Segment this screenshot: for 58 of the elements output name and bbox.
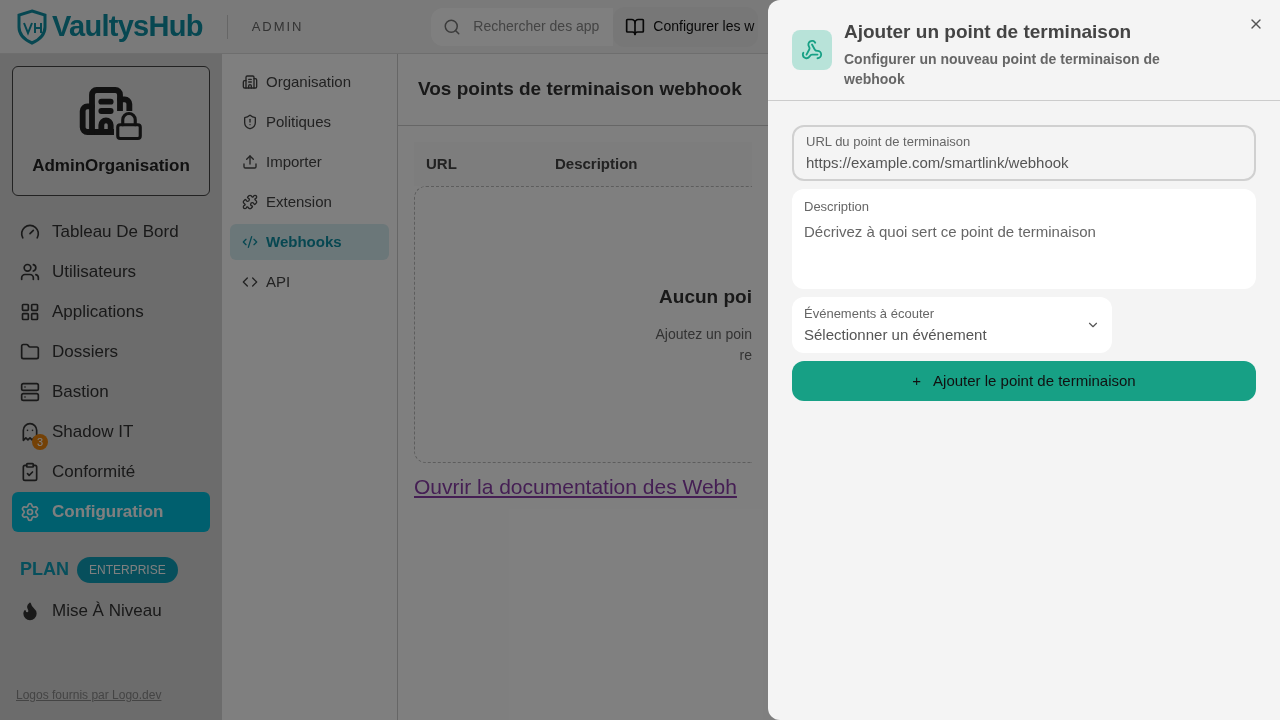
- sidebar-item[interactable]: 3 Shadow IT: [12, 412, 210, 452]
- webhook-icon: [792, 30, 832, 70]
- field-label: URL du point de terminaison: [806, 133, 972, 151]
- upload-icon: [242, 154, 258, 170]
- sidebar-item[interactable]: Applications: [12, 292, 210, 332]
- url-input[interactable]: https://example.com/smartlink/webhook: [806, 151, 1242, 174]
- settings-icon: [20, 502, 40, 522]
- plan-label: PLAN: [20, 558, 69, 581]
- code-icon: [242, 234, 258, 250]
- subnav-item[interactable]: Organisation: [230, 64, 389, 100]
- brand-logo: VaultysHub: [52, 8, 203, 44]
- subnav-item[interactable]: Politiques: [230, 104, 389, 140]
- subnav-item[interactable]: Extension: [230, 184, 389, 220]
- organization-card[interactable]: AdminOrganisation: [12, 66, 210, 196]
- page-title: Vos points de terminaison webhook: [418, 77, 742, 102]
- description-input[interactable]: Décrivez à quoi sert ce point de terminaison: [804, 220, 1244, 271]
- drawer-title: Ajouter un point de terminaison: [844, 20, 1133, 44]
- folder-icon: [20, 342, 40, 362]
- documentation-link[interactable]: Ouvrir la documentation des Webh: [414, 471, 752, 503]
- count-badge: 3: [32, 434, 48, 450]
- sidebar-item[interactable]: Dossiers: [12, 332, 210, 372]
- section-label: ADMIN: [251, 17, 304, 36]
- upgrade-item[interactable]: Mise À Niveau: [12, 591, 210, 631]
- submit-button[interactable]: + Ajouter le point de terminaison: [792, 361, 1256, 401]
- search-field[interactable]: Rechercher des app: [431, 7, 614, 46]
- plan-tier: ENTERPRISE: [77, 556, 178, 583]
- book-icon: [625, 16, 646, 37]
- url-field[interactable]: URL du point de terminaison https://example.com/smartlink/webhook: [792, 125, 1256, 181]
- empty-state-text: re: [739, 345, 752, 365]
- sidebar-item[interactable]: Conformité: [12, 452, 210, 492]
- shield-logo-icon: [16, 8, 48, 45]
- clipboard-check-icon: [20, 462, 40, 482]
- flame-icon: [20, 601, 40, 621]
- building-icon: [242, 74, 258, 90]
- puzzle-icon: [242, 194, 258, 210]
- sidebar-item[interactable]: Bastion: [12, 372, 210, 412]
- search-icon: [443, 17, 462, 36]
- sidebar-item[interactable]: Utilisateurs: [12, 252, 210, 292]
- events-select[interactable]: Événements à écouter Sélectionner un événement: [792, 297, 1112, 353]
- shield-icon: [242, 114, 258, 130]
- gauge-icon: [20, 222, 40, 242]
- column-header: URL: [426, 153, 458, 174]
- empty-state-text: Ajoutez un poin: [655, 324, 752, 344]
- column-header: Description: [555, 153, 638, 174]
- field-label: Description: [804, 198, 871, 216]
- search-input[interactable]: Rechercher des app: [473, 16, 609, 37]
- server-icon: [20, 382, 40, 402]
- sidebar-item[interactable]: Tableau De Bord: [12, 212, 210, 252]
- grid-icon: [20, 302, 40, 322]
- subnav-item[interactable]: Webhooks: [230, 224, 389, 260]
- empty-state-title: Aucun poi: [659, 285, 752, 310]
- organization-name: AdminOrganisation: [32, 155, 190, 178]
- subnav-item[interactable]: API: [230, 264, 389, 300]
- code-icon: [242, 274, 258, 290]
- drawer-subtitle: Configurer un nouveau point de terminaison de webhook: [844, 49, 1161, 89]
- users-icon: [20, 262, 40, 282]
- description-field[interactable]: Description Décrivez à quoi sert ce point de terminaison: [792, 189, 1256, 289]
- subnav-item[interactable]: Importer: [230, 144, 389, 180]
